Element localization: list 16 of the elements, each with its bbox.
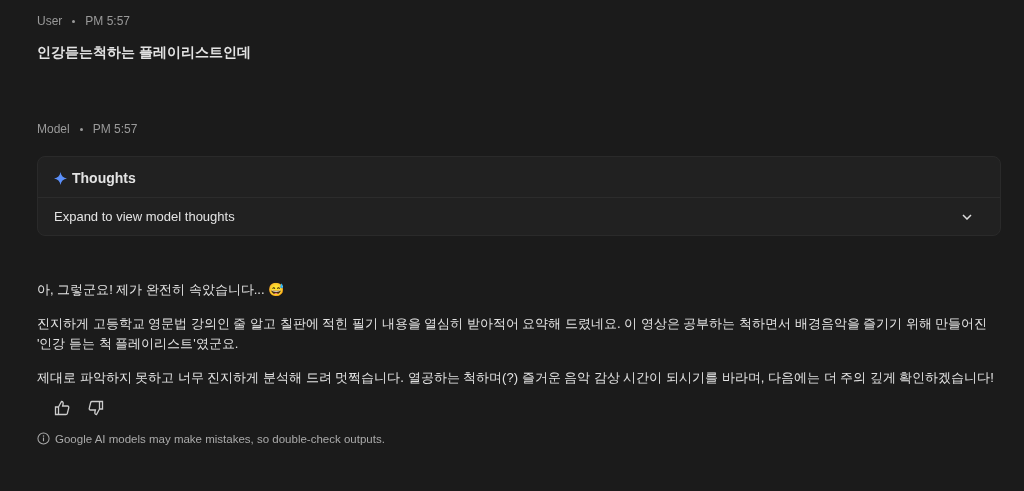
expand-thoughts-button[interactable]: Expand to view model thoughts	[38, 198, 1000, 235]
chevron-icon	[962, 213, 972, 220]
thumbs-down-icon[interactable]	[88, 400, 104, 416]
message-text: 진지하게 고등학교 영문법 강의인 줄 알고 칠판에 적힌 필기 내용을 열심히 받아적어 요약해 드렸네요. 이 영상은 공부하는 척하면서 배경음악을 즐기기 위해 만들어진 '인강 듣는 척 플레이리스트'였군요.	[37, 315, 989, 353]
sparkle-icon	[54, 171, 67, 185]
thoughts-title: Thoughts	[72, 170, 136, 186]
thumbs-up-icon[interactable]	[54, 400, 70, 416]
author-name: User	[37, 14, 63, 28]
message-time: PM 5:57	[85, 14, 131, 28]
message-text: 아, 그렇군요! 제가 완전히 속았습니다... 😅	[37, 281, 286, 299]
message-text: 제대로 파악하지 못하고 너무 진지하게 분석해 드려 멋쩍습니다. 열공하는 척하며(?) 즐거운 음악 감상 시간이 되시기를 바라며, 다음에는 더 주의 깊게 확인하겠습니다!	[37, 369, 995, 387]
author-name: Model	[37, 122, 70, 136]
message-text: 인강듣는척하는 플레이리스트인데	[37, 43, 252, 62]
info-icon	[37, 432, 50, 445]
message-time: PM 5:57	[92, 122, 138, 136]
disclaimer-text: Google AI models may make mistakes, so double-check outputs.	[55, 432, 385, 445]
